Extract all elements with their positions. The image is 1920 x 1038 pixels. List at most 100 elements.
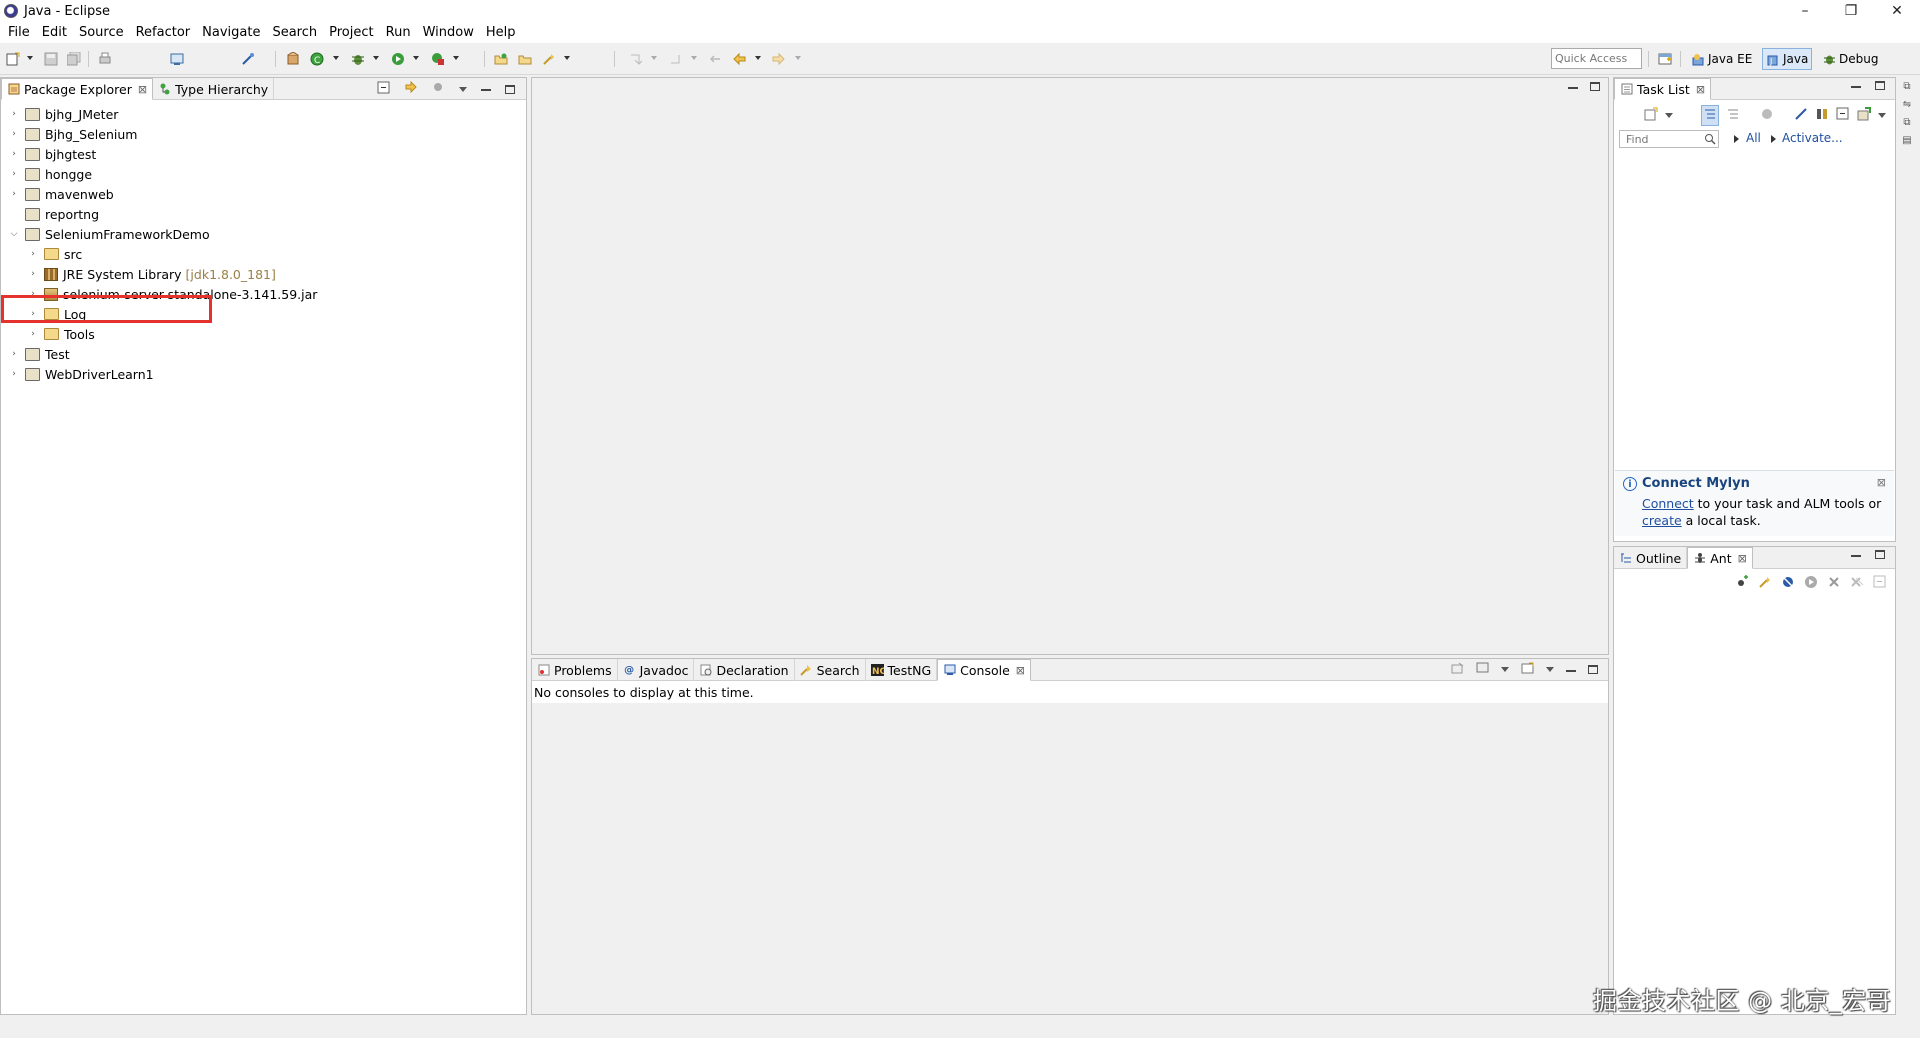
menu-file[interactable]: File [2,22,36,43]
tree-item[interactable]: › mavenweb [9,184,114,204]
add-buildfile-search-icon[interactable] [1758,575,1772,592]
tab-outline[interactable]: Outline [1614,547,1688,569]
print-icon[interactable] [97,51,113,67]
tree-item[interactable]: › Bjhg_Selenium [9,124,137,144]
collapse-all-icon[interactable] [377,81,390,97]
tree-item[interactable]: › bjhgtest [9,144,96,164]
forward-icon[interactable] [771,51,787,67]
chevron-right-icon[interactable]: › [9,149,19,159]
new-dropdown-icon[interactable] [27,56,33,60]
chevron-down-icon[interactable]: ⌵ [9,229,19,239]
toggle-breadcrumb-icon[interactable] [240,51,256,67]
remove-icon[interactable] [1827,575,1841,592]
task-view-menu-icon[interactable] [1878,113,1886,118]
back-dropdown-icon[interactable] [755,56,761,60]
save-all-icon[interactable] [66,51,82,67]
close-ant-tab-icon[interactable]: ⊠ [1738,552,1747,565]
search-dropdown-icon[interactable] [564,56,570,60]
close-task-list-tab-icon[interactable]: ⊠ [1696,83,1705,96]
focus-on-workweek-icon[interactable] [1760,107,1774,124]
scheduled-icon[interactable] [1726,107,1740,124]
create-link[interactable]: create [1642,513,1682,528]
activate-link[interactable]: Activate... [1782,131,1843,145]
restore-trim-icon[interactable]: ⧉ [1900,81,1914,95]
debug-dropdown-icon[interactable] [373,56,379,60]
add-buildfile-icon[interactable] [1735,575,1749,592]
maximize-panel-button[interactable] [505,84,515,94]
view-menu-icon[interactable] [459,86,467,92]
display-console-icon[interactable] [1476,662,1489,677]
categorized-icon[interactable] [1701,105,1719,126]
debug-icon[interactable] [350,51,366,67]
connect-link[interactable]: Connect [1642,496,1694,511]
hide-completed-icon[interactable] [1794,107,1808,124]
new-task-dropdown-icon[interactable] [1665,113,1673,118]
run-target-icon[interactable] [1804,575,1818,592]
previous-annotation-dropdown-icon[interactable] [691,56,697,60]
back-icon[interactable] [731,51,747,67]
tab-javadoc[interactable]: @ Javadoc [618,659,695,681]
chevron-right-icon[interactable]: › [9,349,19,359]
new-icon[interactable] [5,51,21,67]
pin-console-icon[interactable] [1451,662,1464,677]
minimize-panel-button[interactable] [481,89,491,91]
maximize-outline-button[interactable] [1875,550,1885,559]
mylyn-trim-icon[interactable]: ⇋ [1900,99,1914,113]
sync-repository-icon[interactable] [1857,107,1871,124]
new-task-icon[interactable] [1644,107,1658,124]
hide-internal-targets-icon[interactable] [1781,575,1795,592]
tree-item[interactable]: › JRE System Library [jdk1.8.0_181] [28,264,276,284]
new-class-dropdown-icon[interactable] [333,56,339,60]
filter-icon[interactable] [432,81,445,97]
maximize-task-list-button[interactable] [1875,81,1885,90]
chevron-right-icon[interactable]: › [28,269,38,279]
menu-search[interactable]: Search [266,22,323,43]
chevron-right-icon[interactable]: › [9,369,19,379]
chevron-right-icon[interactable]: › [9,169,19,179]
quick-access-input[interactable]: Quick Access [1551,48,1642,69]
link-with-editor-icon[interactable] [404,80,418,97]
tree-item[interactable]: › WebDriverLearn1 [9,364,153,384]
close-console-tab-icon[interactable]: ⊠ [1016,664,1025,677]
run-dropdown-icon[interactable] [413,56,419,60]
collapse-ant-icon[interactable] [1873,575,1887,592]
close-window-button[interactable]: ✕ [1874,0,1920,22]
restore-button[interactable]: ❐ [1828,0,1874,22]
chevron-right-icon[interactable]: › [9,109,19,119]
tab-package-explorer[interactable]: Package Explorer ⊠ [1,78,154,100]
perspective-debug[interactable]: Debug [1819,48,1881,70]
menu-refactor[interactable]: Refactor [130,22,197,43]
save-icon[interactable] [43,51,59,67]
forward-dropdown-icon[interactable] [795,56,801,60]
open-task-icon[interactable] [517,51,533,67]
collapse-all-tasks-icon[interactable] [1836,107,1850,124]
open-console-dropdown-icon[interactable] [1546,667,1554,672]
display-console-dropdown-icon[interactable] [1501,667,1509,672]
minimize-editor-button[interactable] [1568,86,1578,89]
menu-navigate[interactable]: Navigate [196,22,266,43]
menu-edit[interactable]: Edit [36,22,73,43]
menu-help[interactable]: Help [480,22,522,43]
close-tab-icon[interactable]: ⊠ [138,83,147,96]
maximize-editor-button[interactable] [1590,82,1600,91]
chevron-right-icon[interactable]: › [28,329,38,339]
previous-annotation-icon[interactable] [667,51,683,67]
tab-declaration[interactable]: Declaration [694,659,795,681]
tree-item[interactable]: ⌵ SeleniumFrameworkDemo [9,224,210,244]
tab-console[interactable]: Console ⊠ [937,659,1032,681]
view-trim-icon[interactable]: ▤ [1900,135,1914,149]
last-edit-location-icon[interactable] [707,51,723,67]
minimize-task-list-button[interactable] [1851,85,1861,88]
maximize-console-button[interactable] [1588,665,1598,674]
tab-problems[interactable]: Problems [532,659,618,681]
menu-source[interactable]: Source [73,22,130,43]
close-mylyn-icon[interactable]: ⊠ [1877,476,1886,489]
menu-project[interactable]: Project [323,22,379,43]
tree-item[interactable]: › src [28,244,82,264]
minimize-outline-button[interactable] [1851,554,1861,557]
tab-task-list[interactable]: Task List ⊠ [1614,78,1712,100]
minimize-console-button[interactable] [1566,669,1576,672]
menu-run[interactable]: Run [380,22,417,43]
open-console-panel-icon[interactable] [1521,662,1534,677]
restore-trim-2-icon[interactable]: ⧉ [1900,117,1914,131]
